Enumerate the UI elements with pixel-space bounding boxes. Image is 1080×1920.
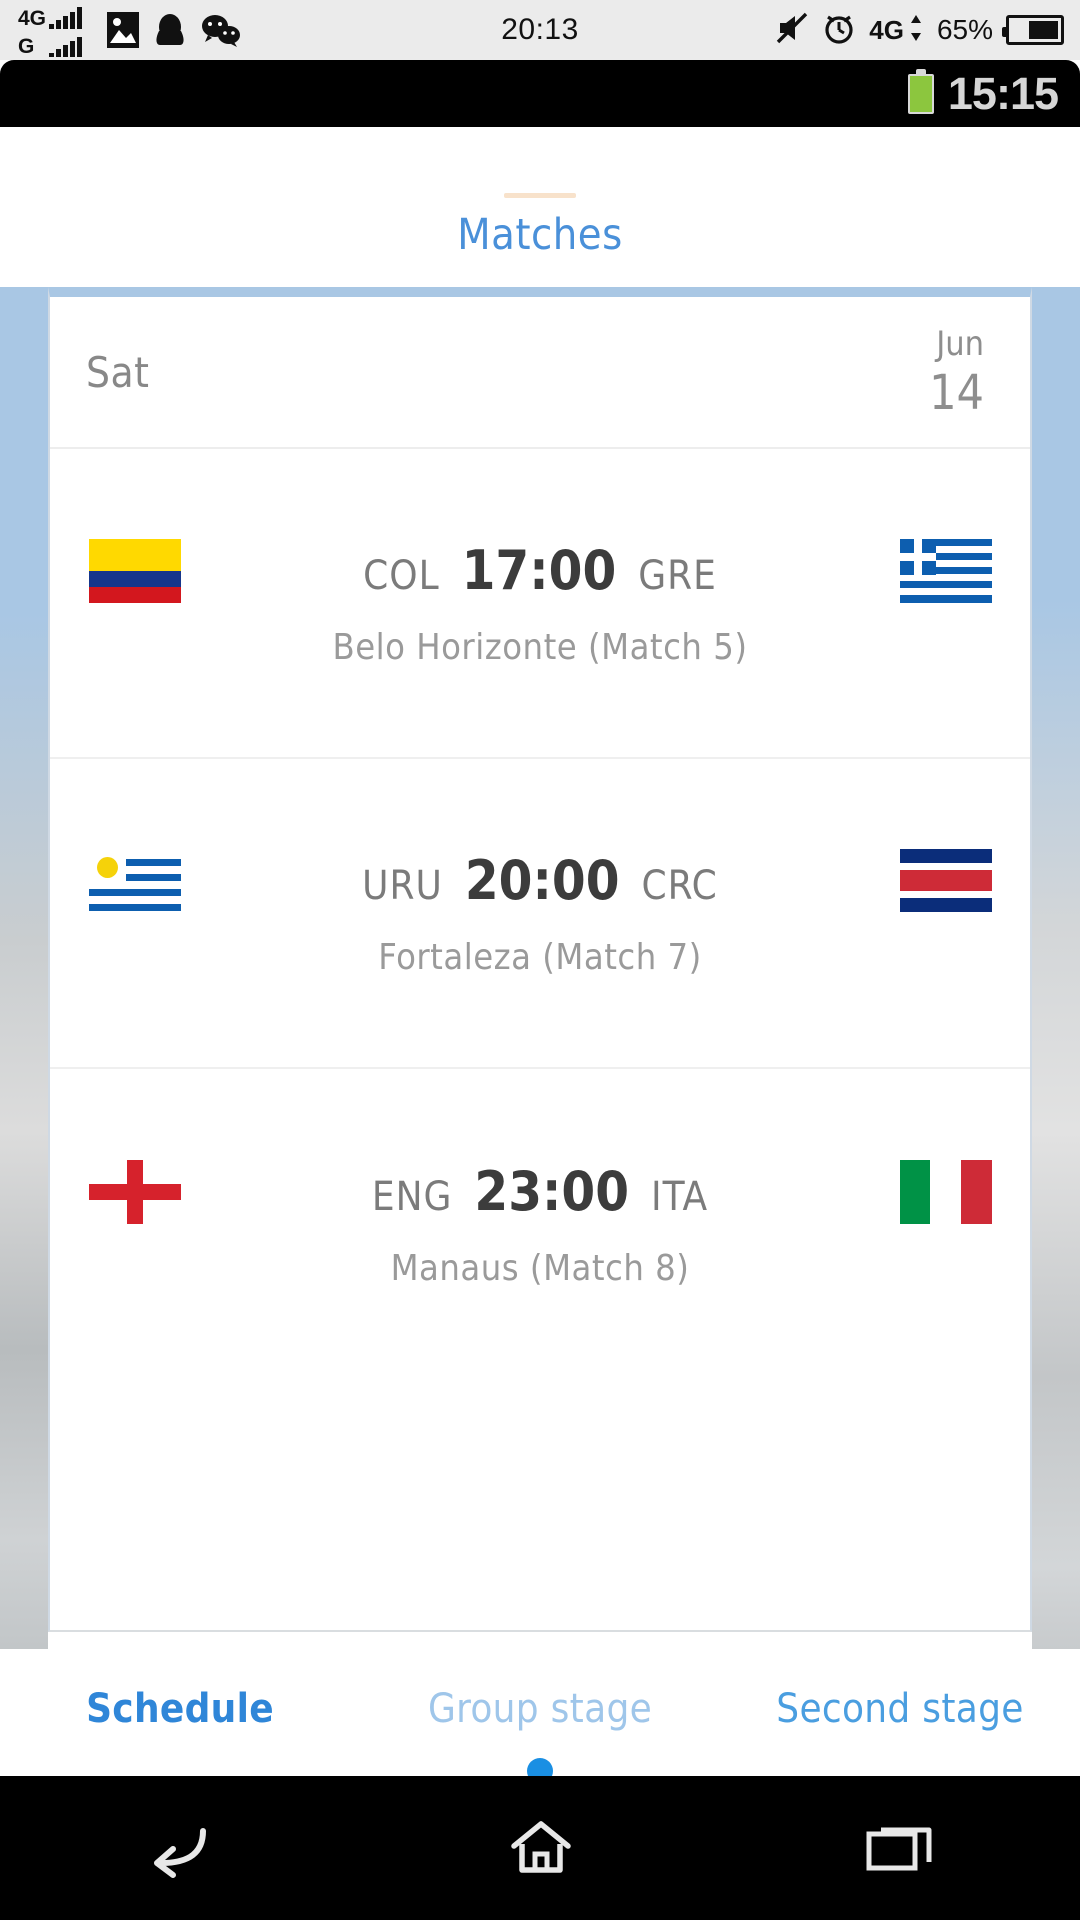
away-team-code: CRC [641,863,718,909]
date-month-label: Jun [936,324,984,364]
match-center: COL 17:00 GRE [187,539,893,602]
date-header-row: Sat Jun 14 [50,297,1030,449]
tab-group-stage[interactable]: Group stage [360,1686,720,1732]
match-list-card: Sat Jun 14 COL 17:00 GRE Belo Horizonte … [48,287,1032,1632]
kickoff-time: 23:00 [474,1160,630,1223]
android-nav-bar [0,1776,1080,1920]
back-icon[interactable] [143,1817,219,1879]
italy-flag-icon [899,1159,992,1224]
match-center: ENG 23:00 ITA [187,1160,893,1223]
england-flag-icon [88,1159,181,1224]
inner-status-right: 15:15 [907,60,1059,127]
away-flag-container [893,1159,998,1224]
header-divider [504,193,576,198]
match-main-line: ENG 23:00 ITA [50,1159,1030,1224]
home-team-code: URU [362,863,443,909]
home-flag-container [82,1159,187,1224]
bottom-tab-bar: Schedule Group stage Second stage [0,1650,1080,1768]
date-right-group: Jun 14 [929,327,984,417]
left-scroll-rail[interactable] [0,287,48,1649]
tab-second-stage[interactable]: Second stage [720,1686,1080,1732]
match-main-line: URU 20:00 CRC [50,848,1030,913]
home-flag-container [82,848,187,913]
home-team-code: ENG [371,1174,453,1220]
inner-status-bar: 15:15 [0,60,1080,127]
away-flag-container [893,848,998,913]
date-day-label: Sat [86,347,150,397]
away-team-code: GRE [638,553,717,599]
alarm-icon [822,11,856,49]
inner-clock: 15:15 [947,67,1059,119]
data-transfer-icon [908,11,924,49]
match-venue: Belo Horizonte (Match 5) [332,626,748,668]
uruguay-flag-icon [88,848,181,913]
status-right-group: 4G 65% [775,0,1064,60]
right-scroll-rail[interactable] [1032,287,1080,1649]
match-row[interactable]: COL 17:00 GRE Belo Horizonte (Match 5) [50,449,1030,759]
content-area: Sat Jun 14 COL 17:00 GRE Belo Horizonte … [0,287,1080,1649]
colombia-flag-icon [88,538,181,603]
battery-full-green-icon [907,68,934,114]
match-main-line: COL 17:00 GRE [50,538,1030,603]
match-row[interactable]: ENG 23:00 ITA Manaus (Match 8) [50,1069,1030,1379]
kickoff-time: 17:00 [461,539,617,602]
away-flag-container [893,538,998,603]
match-center: URU 20:00 CRC [187,849,893,912]
screen-root: 4G G 20:13 4G 65% 15:15 Matches Sat Jun … [0,0,1080,1920]
match-venue: Manaus (Match 8) [390,1247,690,1289]
battery-percent: 65% [936,14,993,45]
date-number-label: 14 [929,365,984,421]
costa-rica-flag-icon [899,848,992,913]
home-flag-container [82,538,187,603]
home-icon[interactable] [506,1816,576,1880]
os-status-bar: 4G G 20:13 4G 65% [0,0,1080,60]
mute-icon [775,11,809,49]
match-row[interactable]: URU 20:00 CRC Fortaleza (Match 7) [50,759,1030,1069]
greece-flag-icon [899,538,992,603]
away-team-code: ITA [651,1174,709,1220]
page-title: Matches [457,210,623,260]
match-venue: Fortaleza (Match 7) [378,936,702,978]
home-team-code: COL [363,553,440,599]
recents-icon[interactable] [863,1818,937,1878]
data-network-label: 4G [869,14,904,45]
kickoff-time: 20:00 [464,849,620,912]
tab-schedule[interactable]: Schedule [0,1686,360,1732]
app-header: Matches [0,127,1080,290]
battery-icon [1002,15,1064,45]
